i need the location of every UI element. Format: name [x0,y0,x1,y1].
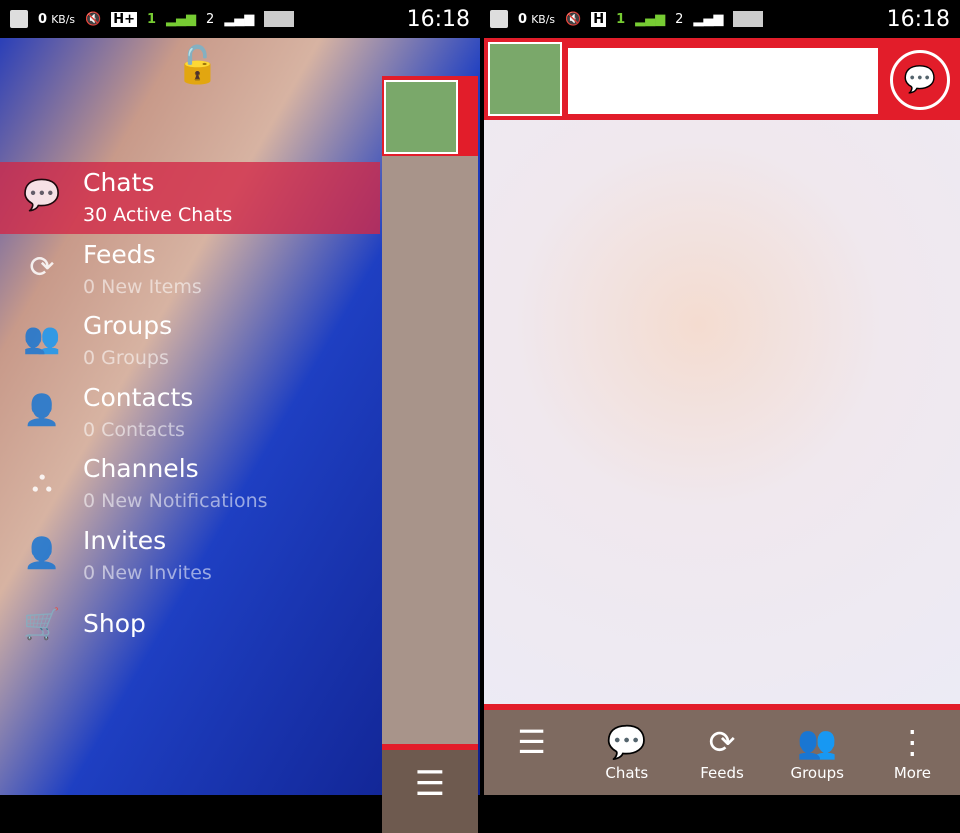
battery-icon [264,11,295,27]
tab-label: Chats [605,764,649,782]
item-subtitle: 30 Active Chats [83,204,233,226]
drawer-item-groups[interactable]: 👥 Groups 0 Groups [0,305,380,377]
new-chat-button[interactable]: 💬 [890,50,950,110]
net-speed: 0 KB/s [38,12,75,27]
sim1-label: 1 [616,11,626,27]
speed-unit: KB/s [531,12,556,26]
main-screen-peek[interactable]: ☰ [382,76,478,833]
avatar [384,80,458,154]
drawer-item-contacts[interactable]: 👤 Contacts 0 Contacts [0,377,380,449]
new-chat-icon: 💬 [903,65,937,95]
sim1-label: 1 [146,11,157,27]
tab-label: Groups [790,764,844,782]
item-title: Invites [83,525,167,555]
notification-icon [490,10,508,28]
signal-icon: ▂▄▆ [693,11,724,27]
status-bar-right: 0 KB/s 🔇 H 1 ▂▄▆ 2 ▂▄▆ 16:18 [480,0,960,38]
refresh-icon: ⟳ [29,249,55,285]
item-title: Contacts [83,382,194,412]
signal-icon: ▂▄▆ [635,11,666,27]
groups-icon: 👥 [797,723,838,761]
item-title: Groups [83,311,173,340]
mute-icon: 🔇 [85,11,102,27]
network-type: H+ [111,11,137,27]
groups-icon: 👥 [23,321,61,356]
tab-label: More [893,764,931,782]
status-bar-left: 0 KB/s 🔇 H+ 1 ▂▄▆ 2 ▂▄▆ 16:18 [0,0,480,38]
drawer-item-channels[interactable]: ⛬ Channels 0 New Notifications [0,448,380,520]
battery-icon [733,11,764,27]
signal-icon: ▂▄▆ [224,11,255,27]
drawer-item-chats[interactable]: 💬 Chats 30 Active Chats [0,162,380,234]
refresh-icon: ⟳ [708,723,736,761]
add-contact-icon: 👤 [23,535,61,571]
sim2-label: 2 [675,11,684,27]
speed-value: 0 [518,11,528,27]
item-subtitle: 0 New Invites [83,561,212,584]
notification-icon [10,10,28,28]
sim2-label: 2 [206,11,215,27]
item-title: Shop [83,609,146,638]
signal-icon: ▂▄▆ [166,11,197,27]
tab-feeds[interactable]: ⟳ Feeds [674,710,769,795]
drawer-item-feeds[interactable]: ⟳ Feeds 0 New Items [0,234,380,306]
drawer-menu: 💬 Chats 30 Active Chats ⟳ Feeds 0 New Items … [0,162,380,663]
item-subtitle: 0 New Notifications [83,490,268,512]
net-speed: 0 KB/s [518,12,555,27]
menu-icon[interactable]: ☰ [382,750,478,804]
more-icon: ⋮ [896,723,929,761]
avatar[interactable] [488,42,562,116]
main-screen: 💬 ☰ 💬 Chats ⟳ Feeds 👥 Groups ⋮ More [484,38,960,795]
item-subtitle: 0 New Items [83,275,202,298]
item-subtitle: 0 Groups [83,347,169,369]
drawer-screen: ☰ 🔓 💬 Chats 30 Active Chats ⟳ Feeds 0 New It… [0,38,480,833]
channels-icon: ⛬ [31,464,53,499]
clock: 16:18 [886,6,950,32]
background-photo [484,120,960,704]
unlock-icon[interactable]: 🔓 [175,44,220,94]
mute-icon: 🔇 [565,11,582,27]
tab-more[interactable]: ⋮ More [865,710,960,795]
speed-value: 0 [38,11,48,27]
menu-icon: ☰ [517,723,546,761]
bbm-chat-icon: 💬 [23,178,61,213]
item-title: Chats [83,168,155,197]
peek-bottombar: ☰ [382,744,478,833]
tab-label: Feeds [700,764,744,782]
network-type: H [591,11,607,27]
bottom-tab-bar: ☰ 💬 Chats ⟳ Feeds 👥 Groups ⋮ More [484,704,960,795]
clock: 16:18 [406,6,470,32]
tab-menu[interactable]: ☰ [484,710,579,795]
bbm-chat-icon: 💬 [606,723,647,761]
tab-groups[interactable]: 👥 Groups [770,710,865,795]
tab-chats[interactable]: 💬 Chats [579,710,674,795]
item-title: Channels [83,454,199,483]
speed-unit: KB/s [51,12,76,26]
item-subtitle: 0 Contacts [83,418,185,441]
contact-icon: 👤 [23,392,61,428]
drawer-item-shop[interactable]: 🛒 Shop [0,591,380,663]
item-title: Feeds [83,239,156,269]
top-bar: 💬 [484,38,960,120]
search-input[interactable] [568,48,878,114]
cart-icon: 🛒 [23,607,61,642]
drawer-item-invites[interactable]: 👤 Invites 0 New Invites [0,520,380,592]
